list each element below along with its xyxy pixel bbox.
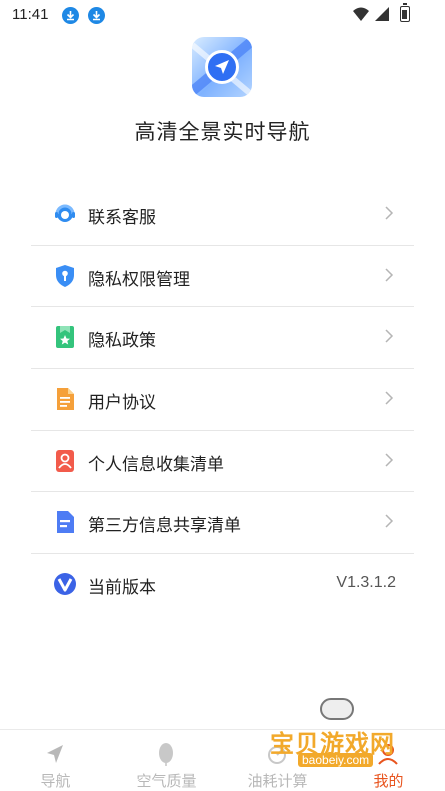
download-icon — [62, 7, 79, 24]
battery-icon — [400, 3, 410, 22]
tab-label: 空气质量 — [136, 772, 197, 790]
menu-item-user-agreement[interactable]: 用户协议 — [31, 369, 414, 431]
fuel-icon — [268, 746, 286, 764]
chevron-right-icon — [385, 391, 394, 405]
status-time: 11:41 — [12, 6, 49, 23]
profile-icon — [378, 744, 398, 765]
menu-item-privacy-permissions[interactable]: 隐私权限管理 — [31, 246, 414, 308]
tab-air-quality[interactable]: 空气质量 — [111, 730, 222, 791]
tab-profile[interactable]: 我的 — [333, 730, 444, 791]
privacy-shield-icon — [56, 264, 74, 287]
menu-item-label: 联系客服 — [88, 208, 156, 228]
app-logo — [192, 37, 252, 97]
navigation-compass-icon — [205, 50, 239, 84]
tab-navigation[interactable]: 导航 — [0, 730, 111, 791]
version-number: V1.3.1.2 — [336, 574, 396, 592]
menu-item-label: 第三方信息共享清单 — [88, 516, 241, 537]
document-icon — [57, 388, 74, 411]
person-card-icon — [56, 449, 74, 472]
app-title: 高清全景实时导航 — [134, 120, 311, 144]
customer-service-icon — [55, 204, 75, 222]
settings-menu: 联系客服 隐私权限管理 隐私政策 用户协议 个人信息收集清单 第三方信息共享清单… — [31, 184, 414, 616]
download-icon — [88, 7, 105, 24]
chevron-right-icon — [385, 329, 394, 343]
chevron-right-icon — [385, 206, 394, 220]
bottom-navigation: 导航 空气质量 油耗计算 我的 — [0, 729, 445, 791]
tab-label: 导航 — [40, 772, 71, 790]
status-bar: 11:41 — [0, 0, 445, 30]
chevron-right-icon — [385, 453, 394, 467]
menu-item-label: 当前版本 — [88, 578, 156, 599]
menu-item-customer-service[interactable]: 联系客服 — [31, 184, 414, 246]
tab-fuel-calculator[interactable]: 油耗计算 — [222, 730, 333, 791]
version-icon — [54, 573, 76, 596]
menu-item-personal-info-list[interactable]: 个人信息收集清单 — [31, 431, 414, 493]
gamepad-icon — [320, 698, 354, 720]
tab-label: 我的 — [373, 772, 404, 790]
navigation-arrow-icon — [47, 745, 63, 763]
share-document-icon — [57, 511, 74, 534]
menu-item-label: 用户协议 — [88, 393, 156, 414]
menu-item-label: 隐私权限管理 — [88, 269, 190, 290]
bookmark-star-icon — [56, 326, 74, 349]
menu-item-third-party-sharing[interactable]: 第三方信息共享清单 — [31, 492, 414, 555]
menu-item-privacy-policy[interactable]: 隐私政策 — [31, 307, 414, 370]
leaf-icon — [159, 743, 173, 766]
menu-item-label: 隐私政策 — [88, 331, 156, 352]
menu-item-current-version[interactable]: 当前版本 V1.3.1.2 — [31, 554, 414, 616]
tab-label: 油耗计算 — [247, 772, 308, 790]
menu-item-label: 个人信息收集清单 — [88, 454, 224, 475]
chevron-right-icon — [385, 268, 394, 282]
chevron-right-icon — [385, 514, 394, 528]
